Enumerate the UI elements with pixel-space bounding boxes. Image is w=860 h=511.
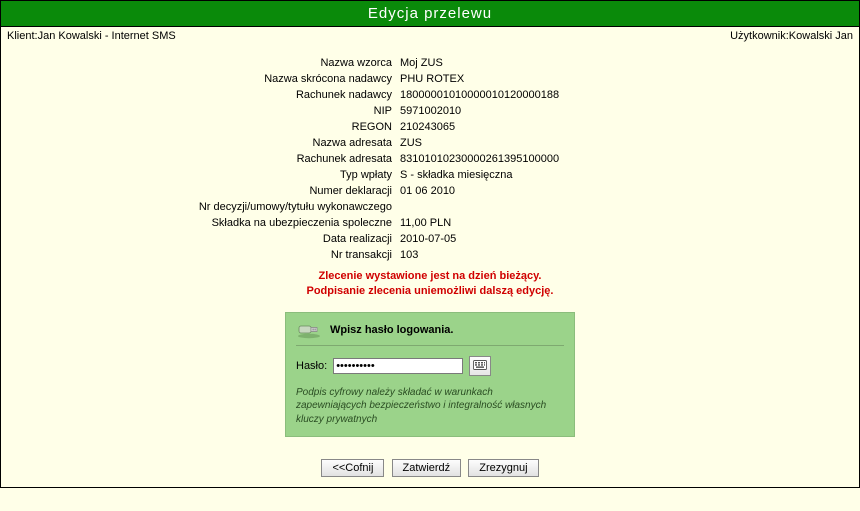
user-value: Kowalski Jan <box>789 30 853 42</box>
password-label: Hasło: <box>296 360 327 372</box>
client-value: Jan Kowalski - Internet SMS <box>38 30 176 42</box>
field-label: Rachunek nadawcy <box>30 89 400 101</box>
field-row: Data realizacji2010-07-05 <box>30 231 830 247</box>
action-buttons: <<Cofnij Zatwierdź Zrezygnuj <box>1 453 859 487</box>
signature-disclaimer: Podpis cyfrowy należy składać w warunkac… <box>296 386 564 427</box>
field-value: 2010-07-05 <box>400 233 830 245</box>
resign-button[interactable]: Zrezygnuj <box>468 459 538 477</box>
field-value: ZUS <box>400 137 830 149</box>
confirm-button[interactable]: Zatwierdź <box>392 459 462 477</box>
field-row: Nazwa wzorcaMoj ZUS <box>30 55 830 71</box>
field-label: Numer deklaracji <box>30 185 400 197</box>
warning-line: Zlecenie wystawione jest na dzień bieżąc… <box>1 269 859 284</box>
field-row: Rachunek nadawcy180000010100000101200001… <box>30 87 830 103</box>
field-row: Typ wpłatyS - składka miesięczna <box>30 167 830 183</box>
usb-key-icon <box>296 321 322 339</box>
back-button[interactable]: <<Cofnij <box>321 459 384 477</box>
field-row: Składka na ubezpieczenia spoleczne11,00 … <box>30 215 830 231</box>
keyboard-icon <box>473 360 487 372</box>
field-label: Nazwa wzorca <box>30 57 400 69</box>
field-label: Nr transakcji <box>30 249 400 261</box>
field-value: 11,00 PLN <box>400 217 830 229</box>
password-row: Hasło: <box>296 356 564 376</box>
field-label: Nazwa skrócona nadawcy <box>30 73 400 85</box>
user-info: Użytkownik:Kowalski Jan <box>730 30 853 42</box>
field-row: Rachunek adresata83101010230000261395100… <box>30 151 830 167</box>
field-label: Typ wpłaty <box>30 169 400 181</box>
field-label: Rachunek adresata <box>30 153 400 165</box>
client-label: Klient: <box>7 30 38 42</box>
transfer-details: Nazwa wzorcaMoj ZUS Nazwa skrócona nadaw… <box>30 55 830 263</box>
warning-message: Zlecenie wystawione jest na dzień bieżąc… <box>1 269 859 300</box>
field-row: Nr decyzji/umowy/tytułu wykonawczego <box>30 199 830 215</box>
field-value: Moj ZUS <box>400 57 830 69</box>
field-value <box>400 201 830 213</box>
field-label: Nr decyzji/umowy/tytułu wykonawczego <box>30 201 400 213</box>
field-value: 5971002010 <box>400 105 830 117</box>
panel-heading: Wpisz hasło logowania. <box>330 324 453 336</box>
field-label: Nazwa adresata <box>30 137 400 149</box>
app-window: Edycja przelewu Klient:Jan Kowalski - In… <box>0 0 860 488</box>
field-row: Nazwa adresataZUS <box>30 135 830 151</box>
signature-panel: Wpisz hasło logowania. Hasło: Podpis cyf… <box>285 312 575 438</box>
field-value: 01 06 2010 <box>400 185 830 197</box>
field-value: 103 <box>400 249 830 261</box>
field-row: Nr transakcji103 <box>30 247 830 263</box>
field-value: 18000001010000010120000188 <box>400 89 830 101</box>
page-title: Edycja przelewu <box>1 1 859 27</box>
warning-line: Podpisanie zlecenia uniemożliwi dalszą e… <box>1 284 859 299</box>
password-input[interactable] <box>333 358 463 374</box>
field-value: S - składka miesięczna <box>400 169 830 181</box>
panel-heading-row: Wpisz hasło logowania. <box>296 321 564 345</box>
field-label: Składka na ubezpieczenia spoleczne <box>30 217 400 229</box>
field-row: NIP5971002010 <box>30 103 830 119</box>
panel-divider <box>296 345 564 346</box>
field-label: Data realizacji <box>30 233 400 245</box>
field-row: REGON210243065 <box>30 119 830 135</box>
field-label: REGON <box>30 121 400 133</box>
user-label: Użytkownik: <box>730 30 789 42</box>
field-value: 210243065 <box>400 121 830 133</box>
field-value: PHU ROTEX <box>400 73 830 85</box>
field-label: NIP <box>30 105 400 117</box>
context-bar: Klient:Jan Kowalski - Internet SMS Użytk… <box>1 27 859 45</box>
field-row: Nazwa skrócona nadawcyPHU ROTEX <box>30 71 830 87</box>
field-value: 83101010230000261395100000 <box>400 153 830 165</box>
virtual-keyboard-button[interactable] <box>469 356 491 376</box>
client-info: Klient:Jan Kowalski - Internet SMS <box>7 30 176 42</box>
field-row: Numer deklaracji01 06 2010 <box>30 183 830 199</box>
